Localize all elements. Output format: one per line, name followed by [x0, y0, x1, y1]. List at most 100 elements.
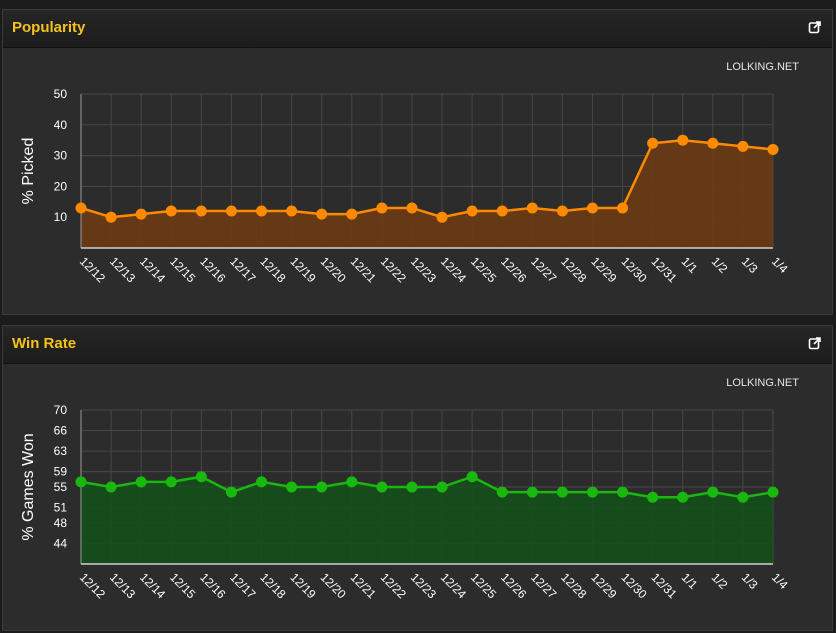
data-point — [316, 481, 328, 493]
y-tick-label: 40 — [54, 118, 68, 132]
x-tick-label: 1/1 — [679, 570, 701, 592]
x-tick-label: 12/20 — [318, 254, 349, 285]
data-point — [316, 208, 328, 220]
y-axis-title: % Picked — [20, 138, 37, 205]
series-area — [81, 476, 773, 564]
data-point — [225, 486, 237, 498]
data-point — [466, 471, 478, 483]
data-point — [677, 134, 689, 146]
data-point — [346, 476, 358, 488]
popularity-chart: LOLKING.NET 102030405012/1212/1312/1412/… — [20, 61, 799, 286]
data-point — [346, 208, 358, 220]
x-tick-label: 12/17 — [227, 570, 258, 601]
y-tick-label: 50 — [54, 87, 68, 101]
y-tick-label: 10 — [54, 210, 68, 224]
data-point — [466, 205, 478, 217]
data-point — [135, 208, 147, 220]
x-tick-label: 12/14 — [137, 570, 168, 601]
data-point — [707, 137, 719, 149]
x-tick-label: 12/15 — [167, 570, 198, 601]
x-tick-label: 12/21 — [348, 254, 379, 285]
popularity-title: Popularity — [12, 19, 86, 36]
winrate-header: Win Rate — [3, 326, 832, 364]
x-tick-label: 12/23 — [408, 254, 439, 285]
x-tick-label: 1/3 — [739, 254, 761, 276]
y-axis-title: % Games Won — [20, 433, 37, 540]
data-point — [225, 205, 237, 217]
data-point — [135, 476, 147, 488]
y-tick-label: 51 — [54, 501, 68, 515]
data-point — [75, 202, 87, 214]
x-tick-label: 12/24 — [438, 254, 469, 285]
x-tick-label: 1/4 — [769, 570, 791, 592]
data-point — [165, 205, 177, 217]
data-point — [617, 202, 629, 214]
x-tick-label: 12/16 — [197, 254, 228, 285]
data-point — [496, 486, 508, 498]
x-tick-label: 12/19 — [287, 254, 318, 285]
data-point — [526, 202, 538, 214]
x-tick-label: 12/26 — [498, 570, 529, 601]
data-point — [586, 486, 598, 498]
x-tick-label: 12/22 — [378, 570, 409, 601]
data-point — [647, 137, 659, 149]
x-tick-label: 12/21 — [348, 570, 379, 601]
data-point — [677, 491, 689, 503]
x-tick-label: 12/25 — [468, 254, 499, 285]
data-point — [737, 140, 749, 152]
x-tick-label: 12/18 — [257, 254, 288, 285]
data-point — [105, 211, 117, 223]
x-tick-label: 12/19 — [287, 570, 318, 601]
x-tick-label: 1/1 — [679, 254, 701, 276]
data-point — [737, 491, 749, 503]
external-link-icon[interactable] — [808, 336, 822, 350]
data-point — [195, 471, 207, 483]
y-tick-label: 63 — [54, 444, 68, 458]
data-point — [105, 481, 117, 493]
x-tick-label: 1/2 — [709, 254, 731, 276]
x-tick-label: 12/13 — [107, 254, 138, 285]
data-point — [376, 202, 388, 214]
winrate-panel: Win Rate LOLKING.NET 44 48 51 55 59 63 66 70 12/… — [2, 325, 833, 631]
data-point — [165, 476, 177, 488]
x-tick-label: 12/13 — [107, 570, 138, 601]
y-tick-label: 59 — [54, 465, 68, 479]
x-tick-label: 12/25 — [468, 570, 499, 601]
popularity-panel: Popularity LOLKING.NET 10 20 30 40 50 12/12 12… — [2, 9, 833, 315]
data-point — [767, 143, 779, 155]
y-tick-label: 44 — [54, 536, 68, 550]
popularity-header: Popularity — [3, 10, 832, 48]
data-point — [195, 205, 207, 217]
x-tick-label: 12/28 — [558, 570, 589, 601]
y-tick-label: 20 — [54, 179, 68, 193]
winrate-source-label: LOLKING.NET — [726, 377, 799, 389]
data-point — [406, 202, 418, 214]
y-tick-label: 48 — [54, 516, 68, 530]
winrate-title: Win Rate — [12, 335, 77, 352]
x-tick-label: 1/2 — [709, 570, 731, 592]
data-point — [406, 481, 418, 493]
series-area — [81, 140, 773, 248]
data-point — [256, 205, 268, 217]
x-tick-label: 12/16 — [197, 570, 228, 601]
x-tick-label: 12/12 — [77, 254, 108, 285]
data-point — [436, 211, 448, 223]
data-point — [586, 202, 598, 214]
y-tick-label: 55 — [54, 480, 68, 494]
data-point — [617, 486, 629, 498]
x-tick-label: 12/30 — [618, 570, 649, 601]
x-tick-label: 1/3 — [739, 570, 761, 592]
data-point — [436, 481, 448, 493]
data-point — [526, 486, 538, 498]
winrate-chart: LOLKING.NET 444851555963667012/1212/1312… — [20, 377, 799, 602]
data-point — [496, 205, 508, 217]
x-tick-label: 12/31 — [649, 254, 680, 285]
x-tick-label: 12/17 — [227, 254, 258, 285]
y-tick-label: 66 — [54, 424, 68, 438]
data-point — [647, 491, 659, 503]
x-tick-label: 12/29 — [588, 570, 619, 601]
external-link-icon[interactable] — [808, 20, 822, 34]
x-tick-label: 12/18 — [257, 570, 288, 601]
y-tick-label: 30 — [54, 149, 68, 163]
y-tick-label: 70 — [54, 403, 68, 417]
